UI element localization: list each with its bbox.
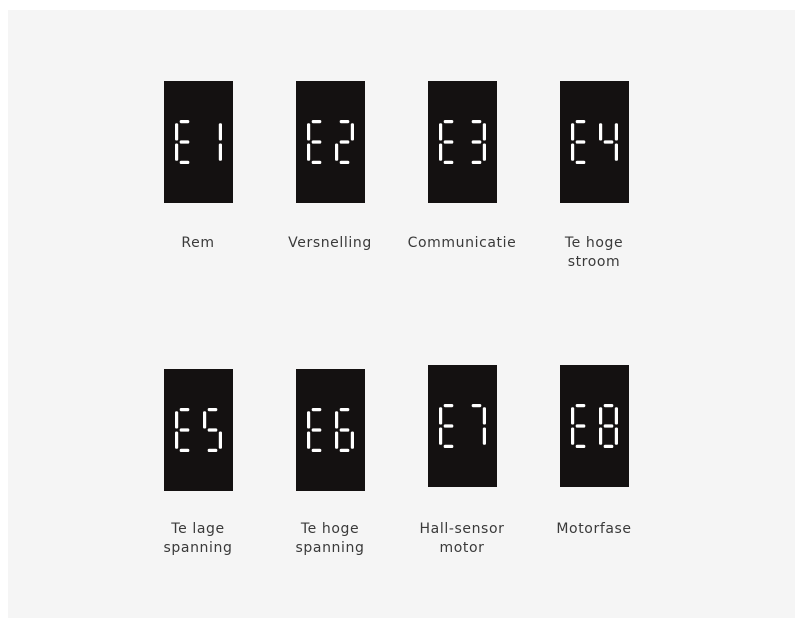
segment-e [571,427,575,445]
segment-g [179,140,190,144]
label-e4: Te hoge stroom [564,235,624,270]
segment-g [575,424,586,428]
segment-f [175,411,179,429]
display-e4 [560,81,629,203]
segment-a [575,404,586,408]
segment-f [307,411,311,429]
segment-e [175,143,179,161]
segment-f [335,411,339,429]
label-e5: Te lage spanning [163,521,233,556]
segment-a [179,120,190,124]
display-e8 [560,365,629,487]
segment-a [207,408,218,412]
segment-d [575,444,586,448]
segment-f [571,123,575,141]
display-e3 [428,81,497,203]
segment-b [350,123,354,141]
segment-a [443,404,454,408]
segment-a [471,404,482,408]
segment-d [179,448,190,452]
segment-c [482,427,486,445]
segment-b [218,123,222,141]
segment-d [575,160,586,164]
segment-c [614,143,618,161]
segment-a [575,120,586,124]
segment-d [311,448,322,452]
label-e3: Communicatie [407,235,517,251]
segment-f [439,123,443,141]
segment-f [307,123,311,141]
segment-b [614,123,618,141]
segment-b [482,123,486,141]
label-e7: Hall-sensor motor [419,521,505,556]
segment-d [311,160,322,164]
segment-f [599,407,603,425]
segment-g [339,428,350,432]
segment-g [603,140,614,144]
segment-c [218,143,222,161]
segment-e [599,427,603,445]
segment-e [307,431,311,449]
segment-g [603,424,614,428]
segment-e [439,143,443,161]
display-e7 [428,365,497,487]
segment-a [311,408,322,412]
segment-g [311,428,322,432]
segment-f [203,411,207,429]
segment-e [335,431,339,449]
error-codes-panel: Rem Versnelling Communicatie Te hoge stro… [8,10,795,618]
segment-d [443,444,454,448]
segment-a [339,120,350,124]
segment-e [175,431,179,449]
label-e8: Motorfase [556,521,632,537]
display-e2 [296,81,365,203]
segment-e [439,427,443,445]
segment-d [603,444,614,448]
segment-f [599,123,603,141]
segment-b [614,407,618,425]
segment-a [179,408,190,412]
segment-a [311,120,322,124]
segment-c [218,431,222,449]
segment-d [179,160,190,164]
segment-g [207,428,218,432]
segment-g [339,140,350,144]
segment-a [339,408,350,412]
segment-g [311,140,322,144]
segment-f [571,407,575,425]
segment-g [179,428,190,432]
segment-g [443,424,454,428]
segment-d [339,448,350,452]
segment-c [614,427,618,445]
display-e5 [164,369,233,491]
segment-d [207,448,218,452]
segment-g [471,140,482,144]
segment-g [575,140,586,144]
segment-a [471,120,482,124]
label-e2: Versnelling [288,235,372,251]
segment-d [471,160,482,164]
label-e1: Rem [181,235,215,251]
display-e1 [164,81,233,203]
segment-c [482,143,486,161]
segment-a [443,120,454,124]
segment-g [443,140,454,144]
display-e6 [296,369,365,491]
label-e6: Te hoge spanning [295,521,365,556]
segment-e [335,143,339,161]
segment-e [571,143,575,161]
segment-e [307,143,311,161]
segment-c [350,431,354,449]
segment-b [482,407,486,425]
segment-d [339,160,350,164]
segment-a [603,404,614,408]
segment-f [175,123,179,141]
segment-d [443,160,454,164]
segment-f [439,407,443,425]
